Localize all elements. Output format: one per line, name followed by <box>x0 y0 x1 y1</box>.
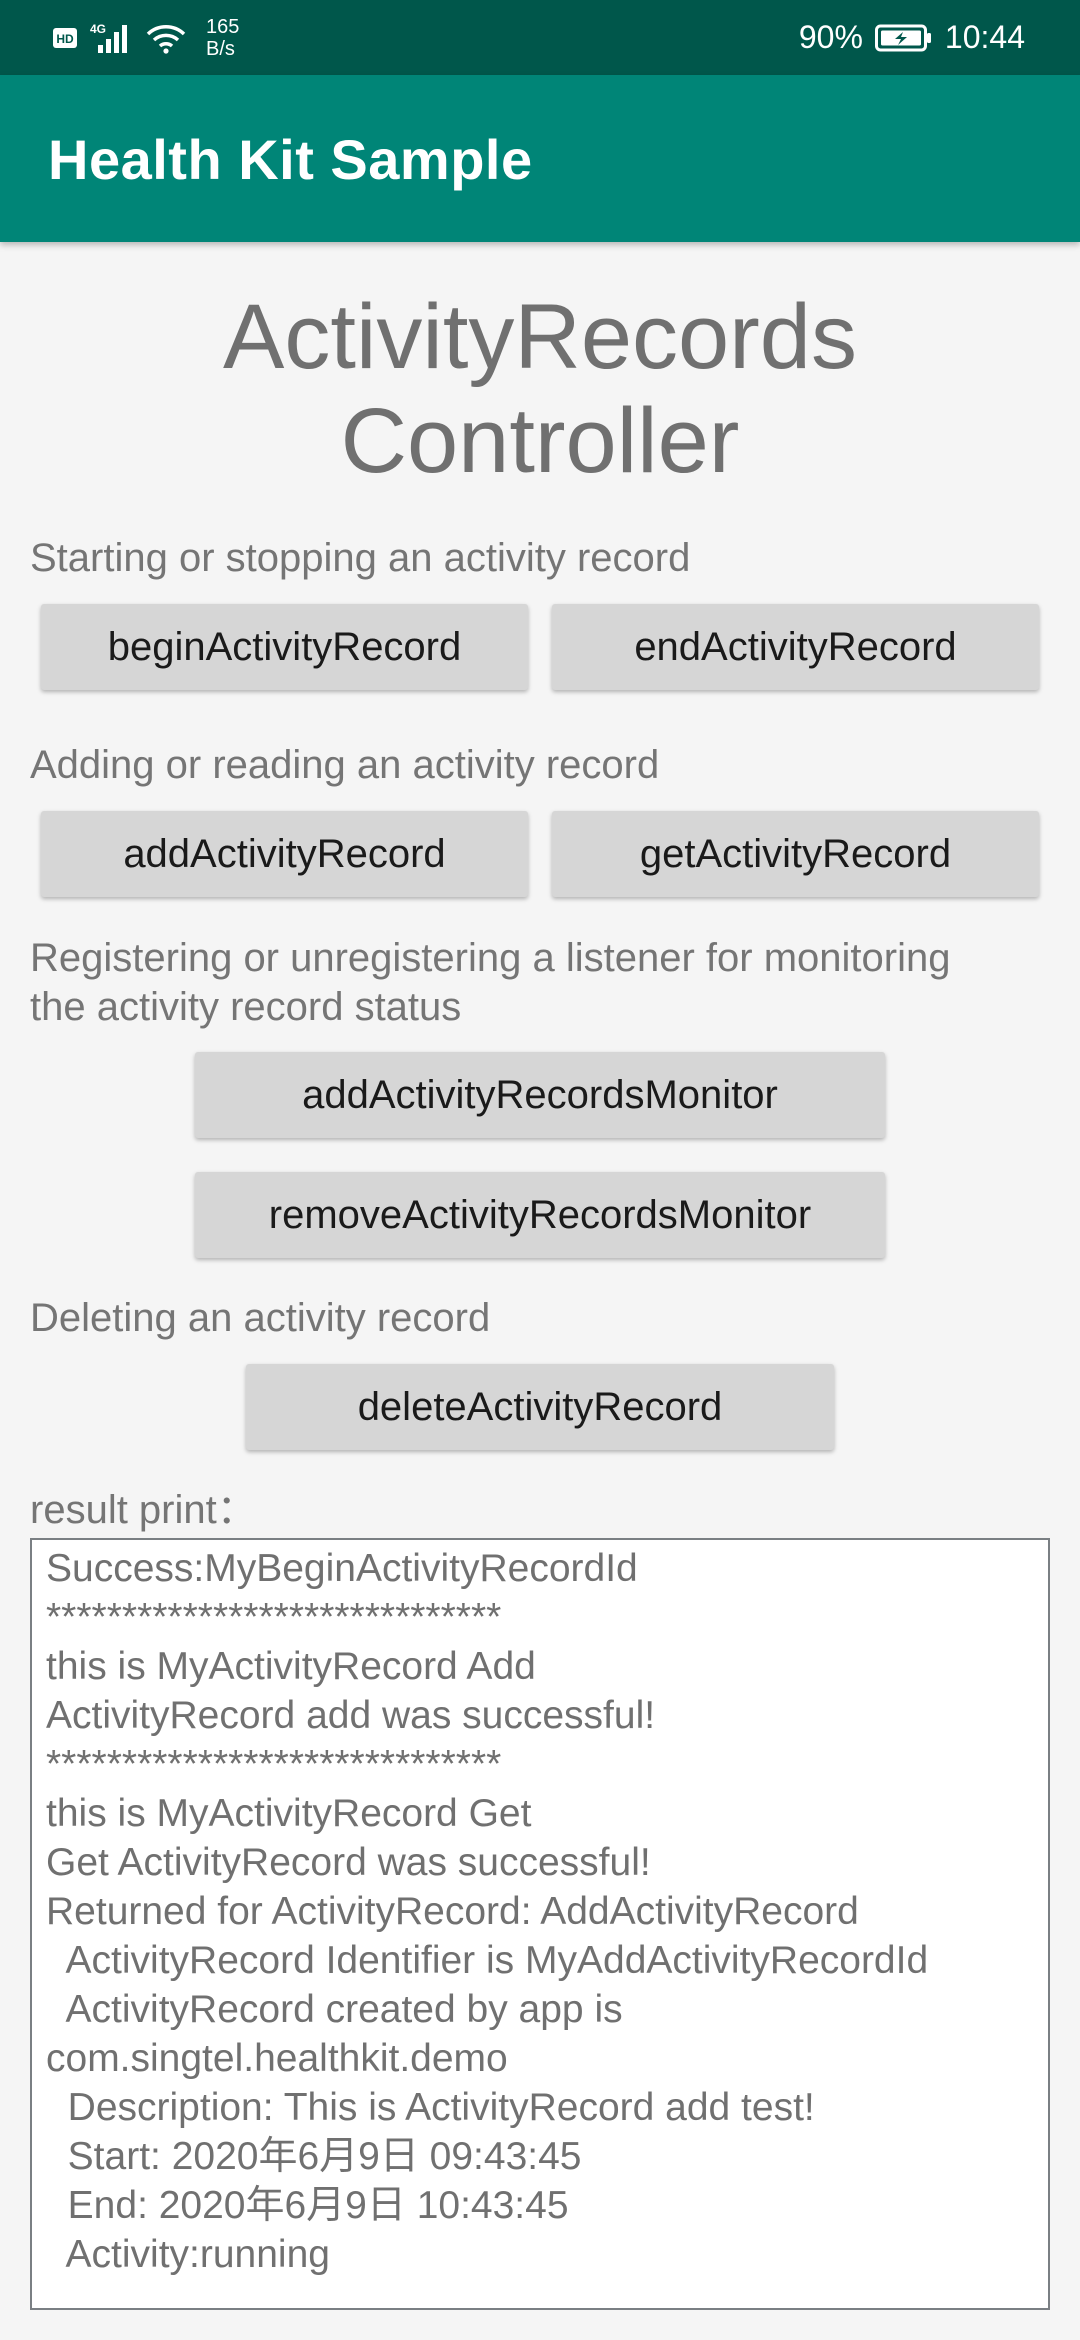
result-line: ActivityRecord Identifier is MyAddActivi… <box>46 1939 929 1982</box>
result-separator: ****************************** <box>46 1596 502 1639</box>
result-line: Activity:running <box>46 2233 330 2276</box>
result-line: this is MyActivityRecord Get <box>46 1792 532 1835</box>
app-bar: Health Kit Sample <box>0 75 1080 242</box>
result-separator: ****************************** <box>46 1743 502 1786</box>
app-title: Health Kit Sample <box>48 128 533 191</box>
result-label: result print： <box>30 1488 257 1532</box>
section-label-monitor-line2: the activity record status <box>30 985 462 1029</box>
status-left: HD 4G 165 B/s <box>52 16 239 60</box>
result-line: End: 2020年6月9日 10:43:45 <box>46 2184 569 2227</box>
result-line: Success:MyBeginActivityRecordId <box>46 1547 638 1590</box>
speed-value: 165 <box>206 15 240 38</box>
result-line: Get ActivityRecord was successful! <box>46 1841 651 1884</box>
wifi-icon <box>146 22 186 54</box>
page-title: ActivityRecords Controller <box>0 285 1080 493</box>
speed-unit: B/s <box>206 37 235 60</box>
result-line: Description: This is ActivityRecord add … <box>46 2086 815 2129</box>
battery-percent: 90% <box>798 19 863 55</box>
svg-text:4G: 4G <box>90 22 106 36</box>
battery-charging-icon <box>874 23 933 53</box>
remove-activity-records-monitor-button[interactable]: removeActivityRecordsMonitor <box>195 1172 885 1258</box>
add-activity-records-monitor-button[interactable]: addActivityRecordsMonitor <box>195 1052 885 1138</box>
begin-activity-record-button[interactable]: beginActivityRecord <box>41 604 528 690</box>
delete-activity-record-button[interactable]: deleteActivityRecord <box>246 1364 834 1450</box>
page-title-line2: Controller <box>340 390 740 492</box>
end-activity-record-button[interactable]: endActivityRecord <box>552 604 1039 690</box>
status-bar: HD 4G 165 B/s 90% 10:44 <box>0 0 1080 75</box>
result-line: Returned for ActivityRecord: AddActivity… <box>46 1890 859 1933</box>
svg-text:HD: HD <box>56 32 74 46</box>
hd-icon: HD <box>52 26 78 50</box>
result-line: ActivityRecord add was successful! <box>46 1694 656 1737</box>
result-line: Start: 2020年6月9日 09:43:45 <box>46 2135 582 2178</box>
section-label-delete: Deleting an activity record <box>30 1296 491 1340</box>
page-title-line1: ActivityRecords <box>223 286 857 388</box>
add-activity-record-button[interactable]: addActivityRecord <box>41 811 528 897</box>
signal-icon: 4G <box>90 21 134 55</box>
result-output[interactable]: Success:MyBeginActivityRecordId ********… <box>30 1538 1050 2310</box>
section-label-add-read: Adding or reading an activity record <box>30 743 660 787</box>
result-line: com.singtel.healthkit.demo <box>46 2037 508 2080</box>
result-line: ActivityRecord created by app is <box>46 1988 623 2031</box>
section-label-monitor: Registering or unregistering a listener … <box>30 934 950 1032</box>
section-label-start-stop: Starting or stopping an activity record <box>30 536 691 580</box>
section-label-monitor-line1: Registering or unregistering a listener … <box>30 936 951 980</box>
get-activity-record-button[interactable]: getActivityRecord <box>552 811 1039 897</box>
clock: 10:44 <box>944 19 1025 55</box>
result-line: this is MyActivityRecord Add <box>46 1645 536 1688</box>
status-right: 90% 10:44 <box>799 19 1025 56</box>
network-speed: 165 B/s <box>206 16 239 60</box>
